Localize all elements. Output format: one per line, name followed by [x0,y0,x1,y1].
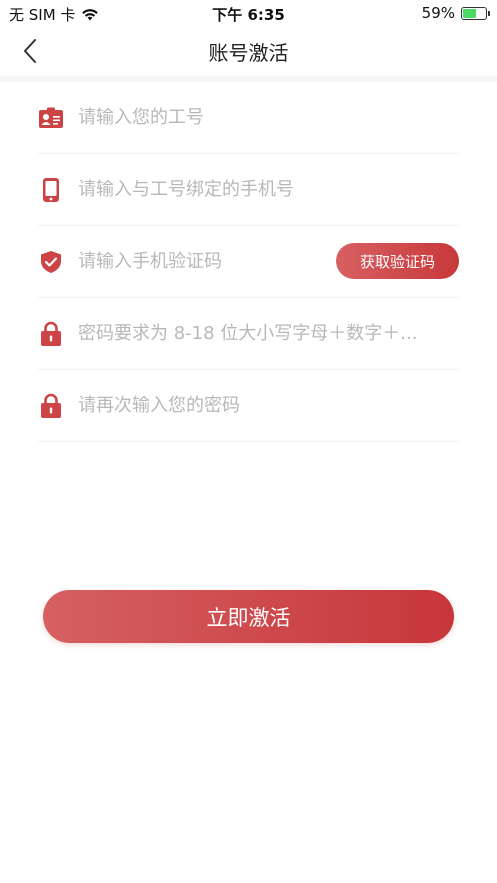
password-row [38,298,459,370]
confirm-password-input[interactable] [76,394,459,417]
battery-fill [463,8,476,18]
phone-input[interactable] [76,178,459,201]
lock-icon [38,393,64,419]
password-input[interactable] [76,322,459,345]
phone-icon [38,177,64,203]
lock-icon [38,321,64,347]
phone-row [38,154,459,226]
battery-percent: 59% [421,4,455,22]
status-right: 59% [421,4,490,22]
shield-check-icon [38,249,64,275]
status-bar: 无 SIM 卡 下午 6:35 59% [0,0,497,26]
id-card-icon [38,105,64,131]
confirm-password-row [38,370,459,442]
code-row: 获取验证码 [38,226,459,298]
nav-bar: 账号激活 [0,26,497,82]
battery-icon [461,6,490,20]
employee-id-input[interactable] [76,106,459,129]
activate-button[interactable]: 立即激活 [43,590,454,643]
employee-id-row [38,82,459,154]
page-title: 账号激活 [208,41,289,65]
activation-form: 获取验证码 [38,82,459,442]
get-code-button[interactable]: 获取验证码 [336,243,459,279]
